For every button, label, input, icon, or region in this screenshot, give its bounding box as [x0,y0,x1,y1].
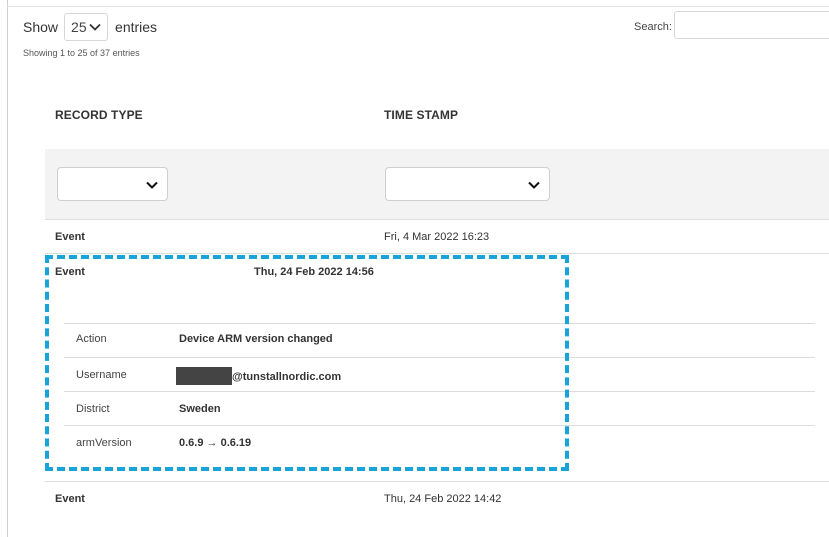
chevron-down-icon [528,181,540,189]
redaction-block [176,367,232,385]
show-label: Show [23,19,59,35]
detail-label-district: District [76,403,110,415]
row-2-record-type: Event [55,266,85,278]
column-header-record-type[interactable]: RECORD TYPE [55,108,143,122]
entries-label: entries [115,19,158,35]
search-input[interactable] [674,11,829,39]
search-label: Search: [634,21,672,33]
detail-divider [64,425,815,426]
row-1-record-type: Event [55,231,85,243]
row-1-time-stamp: Fri, 4 Mar 2022 16:23 [384,231,490,243]
frame-border-left [7,0,8,537]
row-3-time-stamp: Thu, 24 Feb 2022 14:42 [384,493,502,505]
chevron-down-icon [89,23,101,31]
detail-value-username: @tunstallnordic.com [176,367,341,385]
row-divider [45,253,829,254]
row-divider [45,219,829,220]
chevron-down-icon [146,181,158,189]
detail-label-arm-version: armVersion [76,437,132,449]
detail-label-username: Username [76,369,127,381]
username-domain: @tunstallnordic.com [232,371,342,383]
detail-divider [64,357,815,358]
detail-divider [64,323,815,324]
page-length-select[interactable]: 25 [64,13,109,41]
page-length-value: 25 [71,19,87,35]
record-type-filter-select[interactable] [57,167,168,201]
detail-label-action: Action [76,333,107,345]
detail-value-action: Device ARM version changed [179,333,333,345]
detail-value-arm-version: 0.6.9 → 0.6.19 [179,437,252,449]
row-divider [45,481,829,482]
row-2-time-stamp: Thu, 24 Feb 2022 14:56 [254,266,374,278]
row-3-record-type: Event [55,493,85,505]
frame-border-top [7,6,829,7]
page-length-control: Show 25 entries [23,13,157,41]
column-header-time-stamp[interactable]: TIME STAMP [384,108,458,122]
detail-divider [64,391,815,392]
detail-value-district: Sweden [179,403,221,415]
table-info: Showing 1 to 25 of 37 entries [23,48,140,58]
time-stamp-filter-select[interactable] [385,167,550,201]
